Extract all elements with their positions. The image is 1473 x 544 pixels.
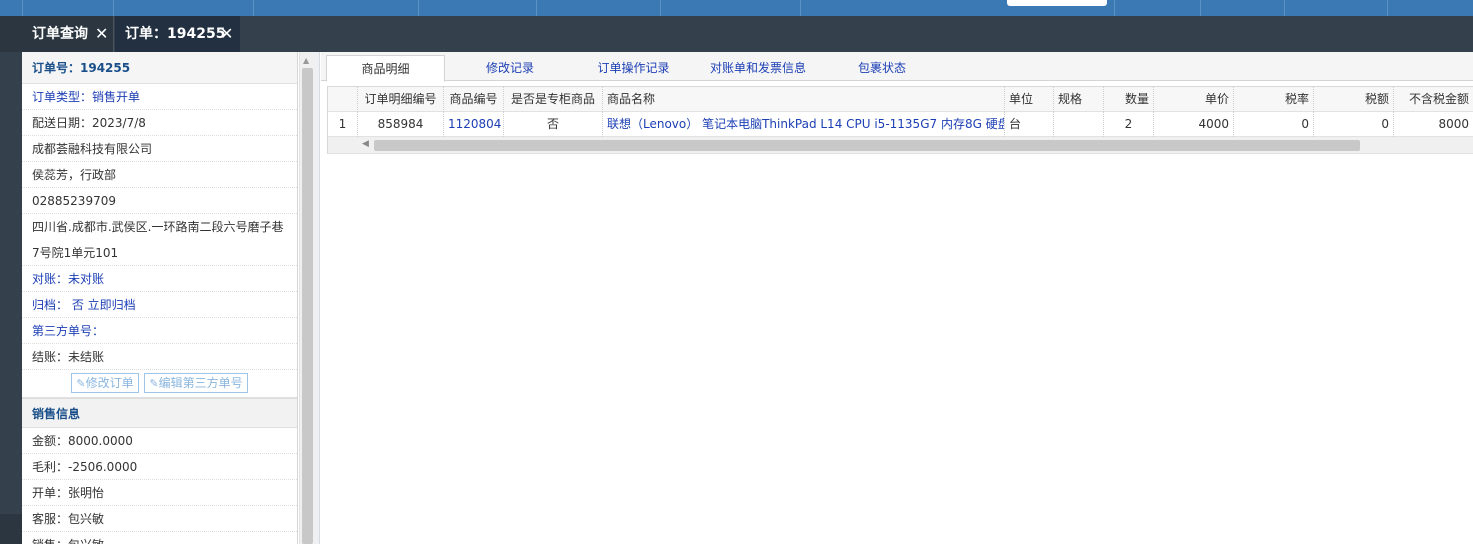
scrollbar-thumb[interactable] [374, 140, 1360, 151]
order-action-buttons: ✎修改订单 ✎编辑第三方单号 [22, 370, 297, 398]
nav-divider [800, 0, 801, 16]
search-input[interactable] [1007, 0, 1107, 6]
table-row[interactable]: 1 858984 1120804 否 联想（Lenovo） 笔记本电脑Think… [328, 112, 1473, 137]
edit-third-party-label: 编辑第三方单号 [158, 376, 243, 390]
spec [1054, 112, 1104, 137]
grid-horizontal-scrollbar[interactable]: ◀ [328, 137, 1473, 154]
left-edge-bottom [0, 514, 22, 544]
column-header[interactable]: 单价 [1154, 87, 1234, 112]
row-number: 1 [328, 112, 358, 137]
nav-divider [22, 0, 23, 16]
settlement-status: 结账：未结账 [22, 344, 297, 370]
company-name: 成都荟融科技有限公司 [22, 136, 297, 162]
edit-third-party-button[interactable]: ✎编辑第三方单号 [144, 373, 248, 393]
close-icon[interactable]: ✕ [220, 16, 233, 52]
edit-order-button[interactable]: ✎修改订单 [71, 373, 139, 393]
edit-icon: ✎ [76, 377, 86, 390]
phone-number: 02885239709 [22, 188, 297, 214]
archive-status[interactable]: 归档： 否 立即归档 [22, 292, 297, 318]
nav-divider [1114, 0, 1115, 16]
column-header[interactable]: 单位 [1005, 87, 1054, 112]
tab-label: 订单：194255 [125, 26, 226, 42]
close-icon[interactable]: ✕ [95, 16, 108, 52]
amount-excl-tax: 8000 [1394, 112, 1473, 137]
left-edge-bar [0, 52, 22, 544]
tab-order-detail[interactable]: 订单：194255 ✕ [115, 16, 240, 52]
top-nav-bar [0, 0, 1473, 16]
nav-divider [1284, 0, 1285, 16]
panel-divider [314, 52, 320, 544]
is-counter-product: 否 [504, 112, 603, 137]
order-info-panel: 订单号：194255 订单类型：销售开单 配送日期：2023/7/8 成都荟融科… [22, 52, 298, 544]
left-panel-scrollbar[interactable]: ▲ [299, 52, 314, 544]
nav-divider [536, 0, 537, 16]
gross-profit: 毛利：-2506.0000 [22, 454, 297, 480]
product-code-link[interactable]: 1120804 [444, 112, 504, 137]
tab-package-status[interactable]: 包裹状态 [826, 55, 938, 81]
delivery-date: 配送日期：2023/7/8 [22, 110, 297, 136]
grid-header-row: 订单明细编号 商品编号 是否是专柜商品 商品名称 单位 规格 数量 单价 税率 … [328, 87, 1473, 112]
tab-product-details[interactable]: 商品明细 [326, 55, 445, 82]
column-header[interactable]: 商品名称 [603, 87, 1005, 112]
column-header[interactable]: 税率 [1234, 87, 1314, 112]
column-header[interactable]: 订单明细编号 [358, 87, 444, 112]
nav-divider [418, 0, 419, 16]
issuer: 开单：张明怡 [22, 480, 297, 506]
tab-order-query[interactable]: 订单查询 ✕ [22, 16, 114, 52]
product-grid: 订单明细编号 商品编号 是否是专柜商品 商品名称 单位 规格 数量 单价 税率 … [327, 86, 1473, 154]
edit-icon: ✎ [149, 377, 159, 390]
scroll-up-icon[interactable]: ▲ [303, 56, 309, 65]
customer-service: 客服：包兴敏 [22, 506, 297, 532]
nav-divider [1387, 0, 1388, 16]
unit-price: 4000 [1154, 112, 1234, 137]
contact-person: 侯蕊芳，行政部 [22, 162, 297, 188]
product-name-link[interactable]: 联想（Lenovo） 笔记本电脑ThinkPad L14 CPU i5-1135… [603, 112, 1005, 137]
tab-bar-left-strip [0, 16, 22, 52]
column-header[interactable]: 商品编号 [444, 87, 504, 112]
salesperson: 销售：包兴敏 [22, 532, 297, 544]
unit: 台 [1005, 112, 1054, 137]
order-detail-panel: 商品明细 修改记录 订单操作记录 对账单和发票信息 包裹状态 订单明细编号 商品… [321, 52, 1473, 544]
reconcile-status[interactable]: 对账：未对账 [22, 266, 297, 292]
nav-divider [113, 0, 114, 16]
detail-id: 858984 [358, 112, 444, 137]
sales-info-header: 销售信息 [22, 398, 297, 428]
tax-amount: 0 [1314, 112, 1394, 137]
tax-rate: 0 [1234, 112, 1314, 137]
scroll-left-icon[interactable]: ◀ [362, 139, 369, 149]
quantity: 2 [1104, 112, 1154, 137]
nav-divider [1200, 0, 1201, 16]
column-header [328, 87, 358, 112]
detail-tab-bar: 商品明细 修改记录 订单操作记录 对账单和发票信息 包裹状态 [321, 52, 1473, 82]
order-number-header: 订单号：194255 [22, 52, 297, 84]
column-header[interactable]: 数量 [1104, 87, 1154, 112]
column-header[interactable]: 是否是专柜商品 [504, 87, 603, 112]
order-type: 订单类型：销售开单 [22, 84, 297, 110]
nav-divider [660, 0, 661, 16]
tab-operation-log[interactable]: 订单操作记录 [576, 55, 691, 81]
tab-statement-invoice[interactable]: 对账单和发票信息 [695, 55, 821, 81]
tab-label: 订单查询 [32, 26, 88, 42]
page-tab-bar: 订单查询 ✕ 订单：194255 ✕ [0, 16, 1473, 52]
column-header[interactable]: 规格 [1054, 87, 1104, 112]
address-line-1: 四川省.成都市.武侯区.一环路南二段六号磨子巷 [32, 220, 284, 234]
nav-divider [253, 0, 254, 16]
column-header[interactable]: 税额 [1314, 87, 1394, 112]
column-header[interactable]: 不含税金额 [1394, 87, 1473, 112]
address-line-2: 7号院1单元101 [22, 240, 297, 266]
sales-amount: 金额：8000.0000 [22, 428, 297, 454]
third-party-number: 第三方单号： [22, 318, 297, 344]
edit-order-label: 修改订单 [85, 376, 134, 390]
tab-modification-log[interactable]: 修改记录 [449, 55, 571, 81]
scrollbar-thumb[interactable] [302, 68, 313, 544]
